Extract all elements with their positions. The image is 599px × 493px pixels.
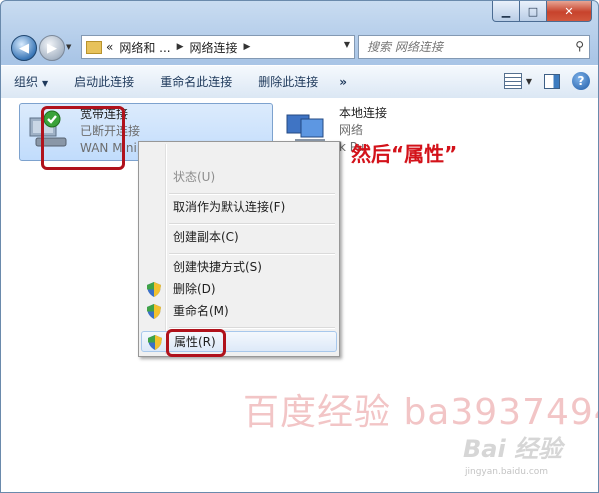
watermark-text: 百度经验 ba3937494: [243, 392, 599, 433]
delete-connection-button[interactable]: 删除此连接: [245, 66, 331, 98]
history-dropdown-icon[interactable]: ▼: [66, 43, 71, 51]
uac-shield-icon: [147, 282, 161, 297]
menu-item-cancel-default[interactable]: 取消作为默认连接(F): [141, 197, 337, 218]
rename-connection-button[interactable]: 重命名此连接: [147, 66, 245, 98]
menu-separator: [169, 223, 335, 225]
breadcrumb-item-connections[interactable]: 网络连接: [190, 39, 238, 56]
watermark-logo: Bai 经验: [463, 435, 563, 463]
menu-item-label: 创建副本(C): [173, 230, 239, 244]
menu-item-label: 状态(U): [173, 170, 216, 184]
menu-item-status[interactable]: 状态(U): [141, 167, 337, 188]
local-name: 本地连接: [339, 106, 388, 120]
search-box[interactable]: ⚲: [358, 35, 590, 59]
context-menu: 状态(U) 取消作为默认连接(F) 创建副本(C) 创建快捷方式(S) 删除(D…: [138, 141, 340, 357]
organize-button[interactable]: 组织 ▼: [1, 66, 61, 98]
address-bar[interactable]: « 网络和 ... ▶ 网络连接 ▶ ▼: [81, 35, 355, 59]
view-dropdown-icon[interactable]: ▼: [526, 77, 532, 86]
caption-buttons: ▁ □ ✕: [492, 1, 592, 22]
menu-separator: [169, 253, 335, 255]
minimize-button[interactable]: ▁: [492, 1, 520, 22]
forward-button[interactable]: ▶: [39, 35, 65, 61]
watermark-url: jingyan.baidu.com: [465, 467, 549, 477]
uac-shield-icon: [147, 304, 161, 319]
preview-pane-icon[interactable]: [544, 73, 560, 89]
start-connection-button[interactable]: 启动此连接: [61, 66, 147, 98]
menu-item-copy[interactable]: 创建副本(C): [141, 227, 337, 248]
menu-item-rename[interactable]: 重命名(M): [141, 301, 337, 322]
highlight-box-properties: [166, 329, 226, 357]
breadcrumb-item-network[interactable]: 网络和 ...: [119, 39, 170, 56]
help-icon[interactable]: ?: [572, 72, 590, 90]
menu-item-label: 删除(D): [173, 282, 216, 296]
uac-shield-icon: [148, 335, 162, 350]
local-status: 网络: [339, 123, 364, 137]
chevron-right-icon[interactable]: ▶: [244, 42, 251, 52]
menu-item-label: 取消作为默认连接(F): [173, 200, 286, 214]
chevron-down-icon: ▼: [42, 79, 49, 88]
breadcrumb: « 网络和 ... ▶ 网络连接 ▶: [106, 39, 250, 56]
chevron-right-icon[interactable]: ▶: [177, 42, 184, 52]
menu-item-label: 创建快捷方式(S): [173, 260, 262, 274]
maximize-button[interactable]: □: [520, 1, 547, 22]
organize-label: 组织: [14, 75, 39, 89]
close-button[interactable]: ✕: [547, 1, 592, 22]
breadcrumb-overflow[interactable]: «: [106, 40, 113, 54]
arrow-right-icon: ▶: [47, 40, 57, 56]
menu-item-create-shortcut[interactable]: 创建快捷方式(S): [141, 257, 337, 278]
network-folder-icon: [86, 40, 102, 54]
menu-separator: [169, 193, 335, 195]
explorer-window: ▁ □ ✕ ◀ ▶ ▼ « 网络和 ... ▶ 网络连接 ▶ ▼ ⚲ 组织▼ 启…: [0, 0, 599, 493]
menu-item-delete[interactable]: 删除(D): [141, 279, 337, 300]
view-options-icon[interactable]: [503, 73, 522, 89]
more-commands-button[interactable]: »: [331, 66, 360, 98]
highlight-box-broadband: [41, 106, 125, 170]
menu-item-label: 重命名(M): [173, 304, 229, 318]
search-icon[interactable]: ⚲: [575, 39, 584, 53]
command-bar: 组织 ▼ 启动此连接 重命名此连接 删除此连接 » ▼ ?: [1, 65, 598, 99]
address-dropdown-icon[interactable]: ▼: [344, 40, 350, 49]
arrow-left-icon: ◀: [19, 40, 29, 56]
search-input[interactable]: [365, 39, 569, 55]
back-button[interactable]: ◀: [11, 35, 37, 61]
navigation-bar: ◀ ▶ ▼ « 网络和 ... ▶ 网络连接 ▶ ▼ ⚲: [9, 33, 590, 61]
